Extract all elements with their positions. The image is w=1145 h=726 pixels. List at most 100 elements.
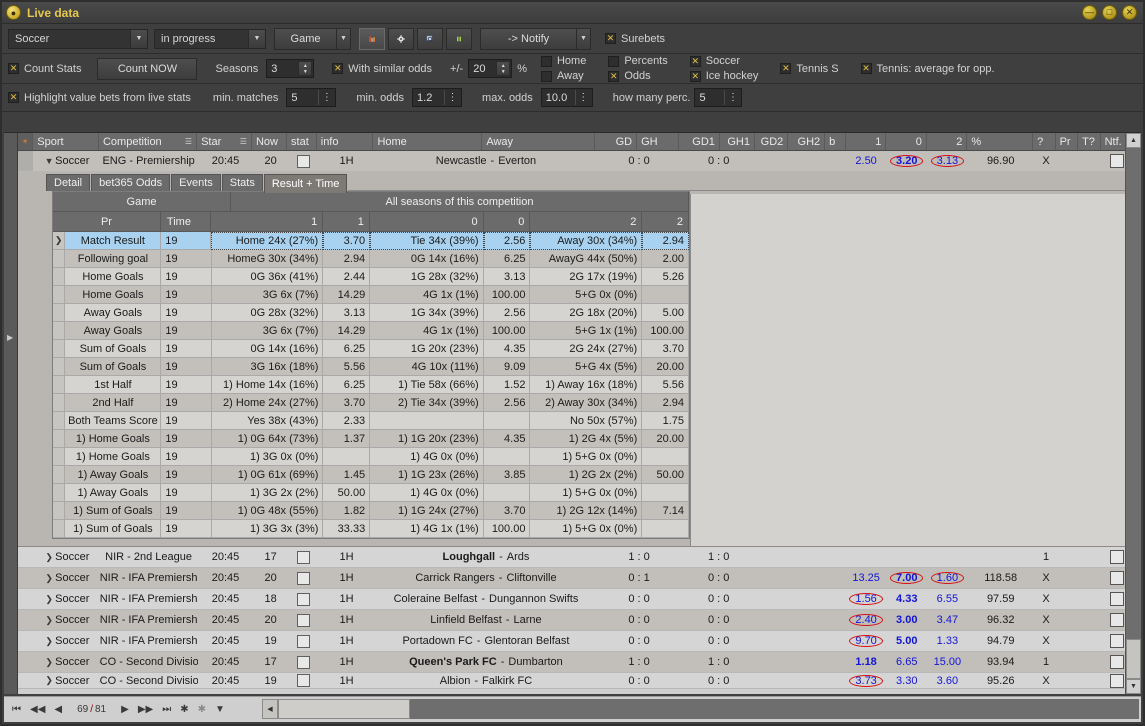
updown-icon[interactable]: ⋮ — [444, 90, 460, 105]
max-odds-input[interactable]: 10.0 ⋮ — [541, 88, 593, 107]
detail-table-row[interactable]: Home Goals193G 6x (7%)14.294G 1x (1%)100… — [53, 286, 689, 304]
detail-column-header-pr[interactable]: Pr — [53, 212, 161, 232]
stat-checkbox[interactable] — [297, 572, 310, 585]
cell-odds-2[interactable]: 3.60 — [927, 673, 968, 688]
column-header-stat[interactable]: stat — [287, 133, 317, 150]
cell-odds-2[interactable]: 3.13 — [927, 151, 968, 171]
expand-icon[interactable]: ❯ — [43, 675, 55, 686]
tab-stats[interactable]: Stats — [222, 174, 263, 191]
cell-odds-0[interactable]: 3.00 — [886, 610, 927, 630]
stat-checkbox[interactable] — [297, 155, 310, 168]
column-header-percent[interactable]: % — [967, 133, 1033, 150]
column-header-star[interactable]: Star ☰ — [197, 133, 252, 150]
next-record-button[interactable]: ▶ — [121, 704, 129, 715]
cell-odds-2[interactable]: 1.60 — [927, 568, 968, 588]
flag-odds-checkbox[interactable]: ✕ Odds — [608, 70, 667, 82]
notify-checkbox[interactable] — [1110, 592, 1124, 606]
first-record-button[interactable]: ⏮ — [12, 704, 21, 715]
maximize-button[interactable]: □ — [1102, 5, 1117, 20]
grid-body[interactable]: ✶ Sport Competition ☰ Star ☰ Now stat in… — [18, 133, 1141, 694]
expand-icon[interactable]: ❯ — [43, 657, 55, 668]
cell-stat[interactable] — [288, 547, 318, 567]
horizontal-scrollbar[interactable]: ◀ — [262, 699, 1139, 719]
table-row[interactable]: ❯SoccerNIR - IFA Premiersh20:45201HCarri… — [18, 568, 1141, 589]
stat-checkbox[interactable] — [297, 614, 310, 627]
game-button[interactable]: Game — [274, 28, 336, 50]
column-header-odds-0[interactable]: 0 — [886, 133, 927, 150]
detail-column-header-2b[interactable]: 2 — [642, 212, 689, 232]
table-row[interactable]: ▼ Soccer ENG - Premiership 20:45 20 1H N… — [18, 151, 1141, 172]
column-header-b[interactable]: b — [825, 133, 846, 150]
prev-record-button[interactable]: ◀ — [54, 704, 62, 715]
count-now-button[interactable]: Count NOW — [97, 58, 197, 80]
scrollbar-thumb[interactable] — [1126, 639, 1141, 679]
cell-odds-1[interactable]: 1.56 — [846, 589, 887, 609]
updown-icon[interactable]: ⋮ — [318, 90, 334, 105]
detail-column-header-0b[interactable]: 0 — [484, 212, 531, 232]
detail-table-row[interactable]: Home Goals190G 36x (41%)2.441G 28x (32%)… — [53, 268, 689, 286]
flag-tennis-s-checkbox[interactable]: ✕ Tennis S — [780, 63, 838, 75]
column-header-now[interactable]: Now — [252, 133, 287, 150]
cell-odds-0[interactable] — [886, 547, 927, 567]
table-row[interactable]: ❯SoccerNIR - IFA Premiersh20:45201HLinfi… — [18, 610, 1141, 631]
expand-icon[interactable]: ❯ — [43, 594, 55, 605]
detail-table-row[interactable]: Following goal19HomeG 30x (34%)2.940G 14… — [53, 250, 689, 268]
column-header-info[interactable]: info — [317, 133, 374, 150]
expand-icon[interactable]: ❯ — [43, 552, 55, 563]
how-many-perc-input[interactable]: 5 ⋮ — [694, 88, 742, 107]
with-similar-odds-checkbox[interactable]: ✕ With similar odds — [332, 63, 432, 75]
last-record-button[interactable]: ⏭ — [162, 704, 171, 715]
detail-table-row[interactable]: Sum of Goals190G 14x (16%)6.251G 20x (23… — [53, 340, 689, 358]
notify-checkbox[interactable] — [1110, 613, 1124, 627]
cell-stat[interactable] — [288, 589, 318, 609]
chevron-down-icon[interactable]: ▼ — [130, 30, 147, 48]
tab-result-time[interactable]: Result + Time — [264, 174, 348, 193]
notify-checkbox[interactable] — [1110, 634, 1124, 648]
detail-table-row[interactable]: Away Goals190G 28x (32%)3.131G 34x (39%)… — [53, 304, 689, 322]
flag-away-checkbox[interactable]: ✕ Away — [541, 70, 586, 82]
stat-checkbox[interactable] — [297, 551, 310, 564]
scroll-left-button[interactable]: ◀ — [262, 699, 278, 719]
cell-odds-1[interactable] — [846, 547, 887, 567]
detail-table-row[interactable]: Both Teams Score19Yes 38x (43%)2.33No 50… — [53, 412, 689, 430]
cell-odds-1[interactable]: 9.70 — [846, 631, 887, 651]
spinner-arrows-icon[interactable]: ▲▼ — [496, 61, 510, 76]
cell-stat[interactable] — [288, 631, 318, 651]
status-select[interactable]: in progress ▼ — [154, 29, 266, 49]
scroll-up-button[interactable]: ▲ — [1126, 133, 1141, 148]
expand-icon[interactable]: ❯ — [43, 573, 55, 584]
detail-table-row[interactable]: 1) Away Goals191) 3G 2x (2%)50.001) 4G 0… — [53, 484, 689, 502]
seasons-stepper[interactable]: 3 ▲▼ — [266, 59, 314, 78]
cell-odds-2[interactable]: 6.55 — [927, 589, 968, 609]
detail-table-row[interactable]: 1) Home Goals191) 0G 64x (73%)1.371) 1G … — [53, 430, 689, 448]
pause-icon-button[interactable] — [446, 28, 472, 50]
notify-checkbox[interactable] — [1110, 571, 1124, 585]
cell-odds-2[interactable]: 15.00 — [927, 652, 968, 672]
tab-events[interactable]: Events — [171, 174, 221, 191]
stat-checkbox[interactable] — [297, 656, 310, 669]
notify-checkbox[interactable] — [1110, 674, 1124, 688]
cell-odds-0[interactable]: 7.00 — [886, 568, 927, 588]
next-page-button[interactable]: ▶▶ — [138, 704, 153, 715]
table-row[interactable]: ❯SoccerSCO - Second Division20:45191HAlb… — [18, 673, 1141, 689]
detail-column-header-1b[interactable]: 1 — [323, 212, 370, 232]
add-record-button[interactable]: ✱ — [180, 704, 188, 715]
notify-button[interactable]: -> Notify — [480, 28, 576, 50]
count-stats-checkbox[interactable]: ✕ Count Stats — [8, 63, 81, 75]
cell-odds-1[interactable]: 1.18 — [846, 652, 887, 672]
sport-select[interactable]: Soccer ▼ — [8, 29, 148, 49]
cell-odds-1[interactable]: 3.73 — [846, 673, 887, 688]
column-header-t[interactable]: T? — [1078, 133, 1101, 150]
column-header-gd[interactable]: GD — [595, 133, 637, 150]
detail-table-row[interactable]: 1) Sum of Goals191) 0G 48x (55%)1.821) 1… — [53, 502, 689, 520]
prev-page-button[interactable]: ◀◀ — [30, 704, 45, 715]
notify-dropdown-chevron-down-icon[interactable]: ▼ — [576, 28, 591, 50]
column-header-away[interactable]: Away — [482, 133, 594, 150]
detail-column-header-time[interactable]: Time — [161, 212, 211, 232]
close-button[interactable]: ✕ — [1122, 5, 1137, 20]
detail-table-row[interactable]: 1st Half191) Home 14x (16%)6.251) Tie 58… — [53, 376, 689, 394]
column-header-pr[interactable]: Pr — [1056, 133, 1079, 150]
column-header-gd2[interactable]: GD2 — [755, 133, 788, 150]
table-row[interactable]: ❯SoccerNIR - IFA Premiersh20:45191HPorta… — [18, 631, 1141, 652]
expand-icon[interactable]: ❯ — [43, 615, 55, 626]
